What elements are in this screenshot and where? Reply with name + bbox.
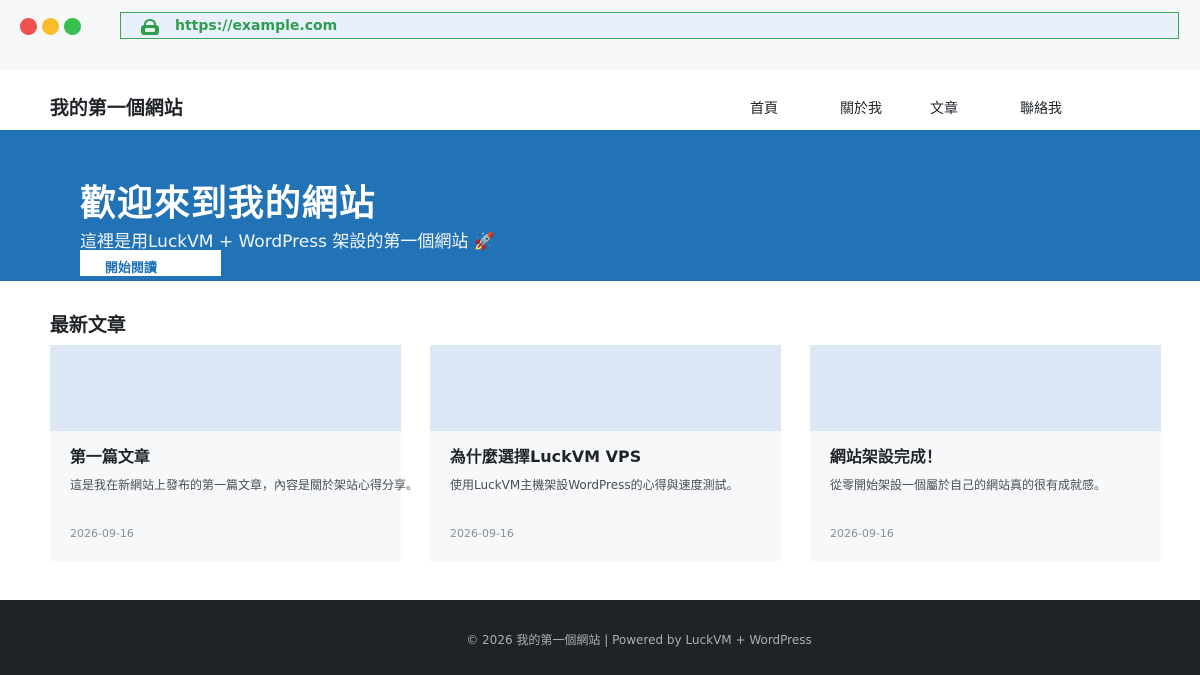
- post-title[interactable]: 網站架設完成！: [830, 443, 942, 467]
- post-excerpt: 從零開始架設一個屬於自己的網站真的很有成就感。: [830, 478, 1107, 492]
- post-thumbnail: [430, 345, 781, 431]
- maximize-window-button[interactable]: [64, 18, 81, 35]
- url-text: https://example.com: [175, 18, 338, 34]
- nav-about[interactable]: 關於我: [840, 98, 882, 118]
- post-thumbnail: [50, 345, 401, 431]
- hero-banner: 歡迎來到我的網站 這裡是用LuckVM + WordPress 架設的第一個網站…: [0, 130, 1200, 281]
- post-date: 2026-09-16: [450, 527, 514, 540]
- post-card[interactable]: 為什麼選擇LuckVM VPS 使用LuckVM主機架設WordPress的心得…: [430, 345, 781, 561]
- site-header: 我的第一個網站 首頁 關於我 文章 聯絡我: [0, 70, 1200, 130]
- minimize-window-button[interactable]: [42, 18, 59, 35]
- post-card[interactable]: 第一篇文章 這是我在新網站上發布的第一篇文章，內容是關於架站心得分享。 2026…: [50, 345, 418, 561]
- browser-toolbar: https://example.com: [0, 0, 1200, 70]
- site-title[interactable]: 我的第一個網站: [50, 93, 183, 120]
- lock-icon: [139, 19, 161, 35]
- post-excerpt: 使用LuckVM主機架設WordPress的心得與速度測試。: [450, 478, 739, 492]
- post-card[interactable]: 網站架設完成！ 從零開始架設一個屬於自己的網站真的很有成就感。 2026-09-…: [810, 345, 1161, 561]
- hero-title: 歡迎來到我的網站: [80, 183, 377, 224]
- start-reading-button[interactable]: 開始閱讀: [80, 250, 221, 276]
- hero-subtitle: 這裡是用LuckVM + WordPress 架設的第一個網站 🚀: [80, 232, 495, 252]
- footer-text: © 2026 我的第一個網站 | Powered by LuckVM + Wor…: [466, 633, 812, 647]
- nav-contact[interactable]: 聯絡我: [1020, 98, 1062, 118]
- post-excerpt: 這是我在新網站上發布的第一篇文章，內容是關於架站心得分享。: [70, 478, 419, 492]
- close-window-button[interactable]: [20, 18, 37, 35]
- address-bar[interactable]: https://example.com: [120, 12, 1179, 39]
- post-title[interactable]: 第一篇文章: [70, 443, 150, 467]
- post-date: 2026-09-16: [70, 527, 134, 540]
- nav-home[interactable]: 首頁: [750, 98, 778, 118]
- nav-articles[interactable]: 文章: [930, 98, 958, 118]
- post-title[interactable]: 為什麼選擇LuckVM VPS: [450, 443, 641, 467]
- post-thumbnail: [810, 345, 1161, 431]
- latest-posts-heading: 最新文章: [50, 314, 127, 336]
- site-footer: © 2026 我的第一個網站 | Powered by LuckVM + Wor…: [0, 600, 1200, 675]
- post-date: 2026-09-16: [830, 527, 894, 540]
